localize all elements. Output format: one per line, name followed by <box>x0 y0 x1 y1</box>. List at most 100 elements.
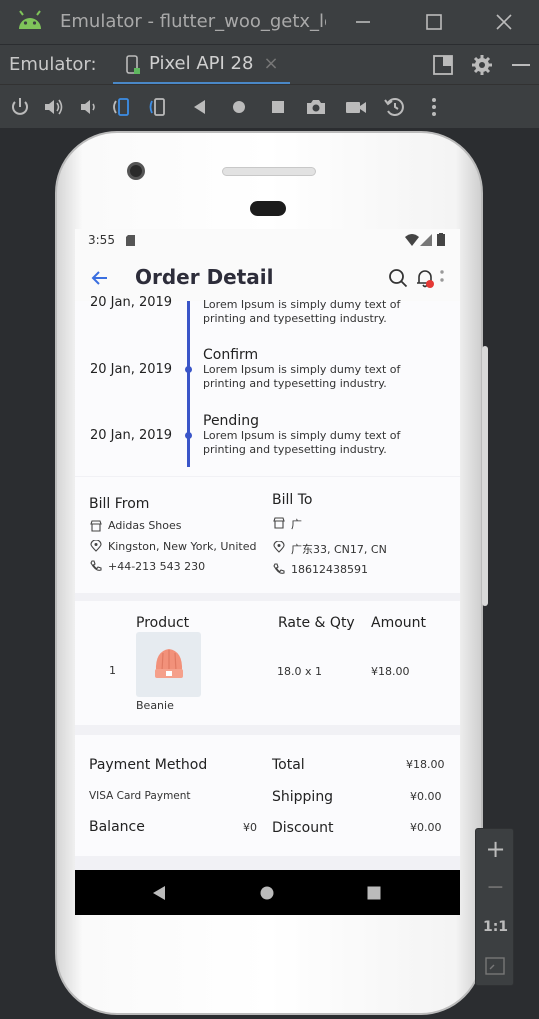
bill-to-phone: 18612438591 <box>291 563 368 576</box>
page-title: Order Detail <box>135 265 274 289</box>
phone-device-icon <box>126 55 140 74</box>
timeline-date: 20 Jan, 2019 <box>90 362 173 377</box>
phone-icon <box>90 560 102 571</box>
status-time: 3:55 <box>88 233 115 247</box>
tab-pixel-api-28[interactable]: Pixel API 28 × <box>113 45 290 85</box>
rate-qty-value: 18.0 x 1 <box>277 665 322 678</box>
column-header-product: Product <box>136 615 190 631</box>
beanie-image-icon <box>155 649 183 678</box>
timeline-description: Lorem Ipsum is simply dumy text of print… <box>203 429 401 456</box>
snapshot-icon[interactable] <box>383 95 407 119</box>
shipping-value: ¥0.00 <box>410 790 442 803</box>
volume-up-icon[interactable] <box>42 95 66 119</box>
discount-label: Discount <box>272 820 334 836</box>
battery-icon <box>437 233 445 246</box>
timeline-status: Pending <box>203 413 259 429</box>
location-pin-icon <box>273 541 285 553</box>
layout-icon[interactable] <box>432 54 454 76</box>
front-camera <box>127 162 145 180</box>
title-bar: Emulator - flutter_woo_getx_le <box>0 0 539 44</box>
emulator-label: Emulator: <box>9 54 97 75</box>
timeline-description: Lorem Ipsum is simply dumy text of print… <box>203 298 401 325</box>
android-logo-icon <box>19 10 41 29</box>
timeline-line <box>187 301 190 467</box>
product-table: Product Rate & Qty Amount 1 Beanie 18.0 … <box>75 601 460 725</box>
total-label: Total <box>272 757 305 773</box>
device-screen: 3:55 Order Detail 20 Jan, 2019 Lorem Ips… <box>75 229 460 915</box>
more-icon[interactable] <box>422 95 446 119</box>
home-icon[interactable] <box>227 95 251 119</box>
zoom-in-button[interactable]: + <box>476 835 515 863</box>
overview-icon[interactable] <box>266 95 290 119</box>
minimize-panel-icon[interactable] <box>510 53 532 77</box>
column-header-amount: Amount <box>371 615 427 631</box>
proximity-sensor <box>250 201 286 216</box>
total-value: ¥18.00 <box>406 758 445 771</box>
emulator-controls <box>0 84 539 128</box>
zoom-panel: + − 1:1 <box>475 828 514 986</box>
emulator-tab-bar: Emulator: Pixel API 28 × <box>0 44 539 85</box>
column-header-rate-qty: Rate & Qty <box>278 615 355 631</box>
timeline-status: Confirm <box>203 347 259 363</box>
maximize-icon[interactable] <box>422 10 446 34</box>
product-name: Beanie <box>136 699 174 712</box>
side-button[interactable] <box>482 346 488 606</box>
power-icon[interactable] <box>8 95 32 119</box>
timeline-description: Lorem Ipsum is simply dumy text of print… <box>203 363 401 390</box>
bill-from-phone: +44-213 543 230 <box>108 560 206 573</box>
nav-overview-icon[interactable] <box>367 886 381 900</box>
amount-value: ¥18.00 <box>371 665 410 678</box>
payment-method-label: Payment Method <box>89 757 208 773</box>
signal-icon <box>420 234 432 246</box>
row-index: 1 <box>109 664 116 677</box>
nav-back-icon[interactable] <box>152 885 166 901</box>
timeline-dot <box>185 432 192 439</box>
minimize-icon[interactable] <box>351 10 375 34</box>
order-timeline: 20 Jan, 2019 Lorem Ipsum is simply dumy … <box>75 295 460 476</box>
close-icon[interactable] <box>492 10 516 34</box>
notification-bell-icon[interactable] <box>415 267 437 289</box>
sd-card-icon <box>126 235 135 246</box>
shipping-label: Shipping <box>272 789 334 805</box>
record-icon[interactable] <box>344 95 368 119</box>
bill-from-address: Kingston, New York, United <box>108 540 257 553</box>
discount-value: ¥0.00 <box>410 821 442 834</box>
nav-home-icon[interactable] <box>260 886 274 900</box>
app-bar: Order Detail <box>75 253 460 301</box>
status-bar: 3:55 <box>75 229 460 253</box>
tab-close-icon[interactable]: × <box>263 53 278 74</box>
bill-from-heading: Bill From <box>89 496 150 512</box>
timeline-dot <box>185 366 192 373</box>
back-arrow-icon[interactable] <box>90 268 110 288</box>
back-icon[interactable] <box>188 95 212 119</box>
bill-from-name: Adidas Shoes <box>108 519 182 532</box>
wifi-icon <box>405 234 419 246</box>
zoom-actual-size-button[interactable]: 1:1 <box>476 919 515 935</box>
volume-down-icon[interactable] <box>76 95 100 119</box>
phone-icon <box>273 563 285 574</box>
location-pin-icon <box>90 540 102 552</box>
screenshot-icon[interactable] <box>304 95 328 119</box>
fit-screen-icon[interactable] <box>485 957 505 975</box>
settings-gear-icon[interactable] <box>470 53 494 77</box>
store-icon <box>273 517 285 529</box>
payment-summary: Payment Method VISA Card Payment Balance… <box>75 735 460 856</box>
rotate-right-icon[interactable] <box>148 95 172 119</box>
balance-label: Balance <box>89 819 145 835</box>
more-vert-icon[interactable] <box>439 269 445 287</box>
android-nav-bar <box>75 870 460 915</box>
product-thumbnail[interactable] <box>136 632 201 697</box>
balance-value: ¥0 <box>243 821 257 834</box>
zoom-out-button[interactable]: − <box>476 875 515 900</box>
timeline-date: 20 Jan, 2019 <box>90 428 173 443</box>
bill-to-address: 广东33, CN17, CN <box>291 543 387 556</box>
device-tab-label: Pixel API 28 <box>149 53 254 74</box>
payment-method-value: VISA Card Payment <box>89 790 191 802</box>
bill-to-heading: Bill To <box>272 492 313 508</box>
timeline-date: 20 Jan, 2019 <box>90 295 173 310</box>
rotate-left-icon[interactable] <box>110 95 134 119</box>
search-icon[interactable] <box>388 268 408 288</box>
window-title: Emulator - flutter_woo_getx_le <box>60 11 326 32</box>
store-icon <box>90 520 102 532</box>
earpiece-speaker <box>222 167 316 176</box>
